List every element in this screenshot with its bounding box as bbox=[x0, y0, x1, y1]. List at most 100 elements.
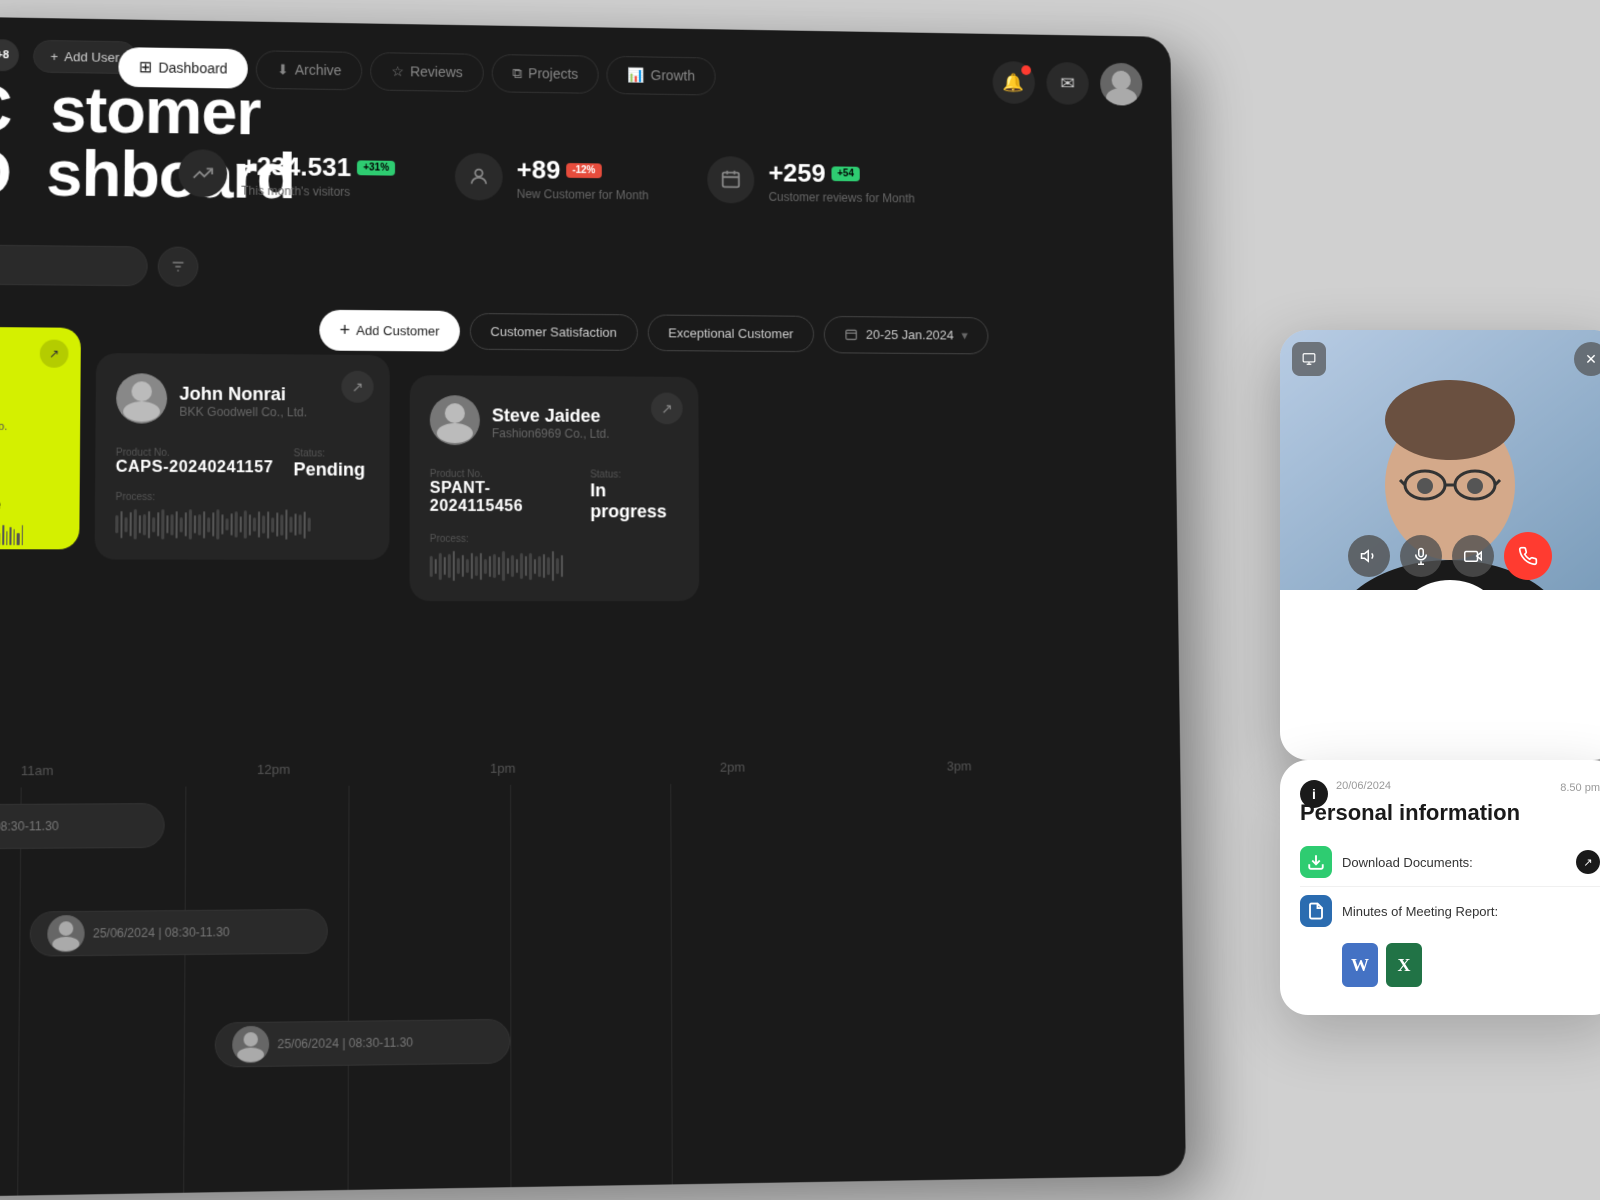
customers-badge: -12% bbox=[566, 163, 601, 178]
pi-minutes-label: Minutes of Meeting Report: bbox=[1342, 904, 1498, 919]
steve-status: In progress bbox=[590, 480, 679, 522]
word-doc-icon[interactable]: W bbox=[1342, 943, 1378, 987]
main-dashboard-card: +8 + Add User ⊞ Dashboard ⬇ Archive ☆ Re… bbox=[0, 16, 1186, 1197]
hour-10am: 10am bbox=[0, 763, 21, 779]
avatar-stack: +8 bbox=[0, 37, 21, 74]
hour-1pm: 1pm bbox=[490, 760, 720, 776]
timeline-grid bbox=[0, 781, 1176, 1197]
pi-date: 20/06/2024 bbox=[1336, 780, 1391, 792]
stat-customers: +89 -12% New Customer for Month bbox=[455, 153, 649, 203]
exceptional-label: Exceptional Customer bbox=[668, 325, 793, 341]
notification-button[interactable]: 🔔 bbox=[992, 61, 1035, 104]
customer-satisfaction-button[interactable]: Customer Satisfaction bbox=[469, 313, 637, 351]
chevron-down-icon: ▾ bbox=[961, 327, 967, 343]
reviews-label: Customer reviews for Month bbox=[769, 190, 915, 205]
stat-reviews-icon bbox=[708, 156, 755, 204]
excel-doc-icon[interactable]: X bbox=[1386, 943, 1422, 987]
tab-archive[interactable]: ⬇ Archive bbox=[256, 50, 363, 90]
chart-icon: 📊 bbox=[628, 66, 645, 83]
tab-dashboard[interactable]: ⊞ Dashboard bbox=[118, 47, 247, 89]
add-icon: + bbox=[339, 320, 350, 341]
video-photo: ✕ bbox=[1280, 330, 1600, 590]
mic-button[interactable] bbox=[1400, 535, 1442, 577]
timeline-event-2: 25/06/2024 | 08:30-11.30 bbox=[30, 909, 328, 957]
user-avatar[interactable] bbox=[1100, 63, 1143, 106]
add-customer-label: Add Customer bbox=[356, 323, 439, 339]
yellow-card-name: desy bbox=[0, 373, 64, 397]
notification-badge bbox=[1021, 65, 1031, 75]
speaker-button[interactable] bbox=[1348, 535, 1390, 577]
steve-process-label: Process: bbox=[430, 534, 680, 545]
camera-button[interactable] bbox=[1452, 535, 1494, 577]
hour-11am: 11am bbox=[21, 762, 257, 778]
mail-button[interactable]: ✉ bbox=[1046, 62, 1089, 105]
stat-visitors-icon bbox=[178, 149, 227, 197]
video-share-button[interactable] bbox=[1292, 342, 1326, 376]
john-status: Pending bbox=[293, 459, 365, 480]
stat-reviews-text: +259 +54 Customer reviews for Month bbox=[768, 157, 915, 205]
header-icons: 🔔 ✉ bbox=[992, 61, 1142, 106]
event-avatar-2 bbox=[47, 915, 85, 952]
filter-button[interactable] bbox=[158, 246, 199, 286]
john-header: John Nonrai BKK Goodwell Co., Ltd. bbox=[116, 373, 370, 425]
avatar-more: +8 bbox=[0, 37, 21, 73]
tab-projects[interactable]: ⧉ Projects bbox=[492, 54, 599, 94]
tab-reviews-label: Reviews bbox=[410, 64, 463, 81]
tab-reviews[interactable]: ☆ Reviews bbox=[370, 52, 483, 92]
john-avatar bbox=[116, 373, 167, 423]
john-product-label: Product No. bbox=[116, 448, 274, 460]
timeline-hours: 10am 11am 12pm 1pm 2pm 3pm bbox=[0, 758, 1180, 779]
john-fields: Product No. CAPS-20240241157 Status: Pen… bbox=[116, 435, 370, 480]
tab-growth[interactable]: 📊 Growth bbox=[607, 55, 716, 95]
customers-value: +89 bbox=[517, 154, 561, 185]
search-input[interactable] bbox=[0, 244, 148, 286]
video-controls bbox=[1348, 532, 1552, 580]
john-status-label: Status: bbox=[293, 448, 365, 459]
date-range-label: 20-25 Jan.2024 bbox=[866, 327, 954, 342]
yellow-card-product-label: Product No. bbox=[0, 421, 64, 434]
visitors-value: +234.531 bbox=[241, 150, 351, 182]
pi-download-item: Download Documents: ↗ bbox=[1300, 838, 1600, 887]
end-call-button[interactable] bbox=[1504, 532, 1552, 580]
yellow-card-arrow[interactable]: ↗ bbox=[40, 340, 69, 368]
reviews-badge: +54 bbox=[831, 166, 859, 181]
tab-projects-label: Projects bbox=[528, 65, 578, 81]
card-arrow-john[interactable]: ↗ bbox=[341, 371, 373, 403]
pi-time: 8.50 pm bbox=[1560, 782, 1600, 794]
tab-growth-label: Growth bbox=[651, 67, 695, 83]
steve-header: Steve Jaidee Fashion6969 Co., Ltd. bbox=[430, 395, 679, 446]
visitors-badge: +31% bbox=[357, 160, 395, 175]
steve-status-label: Status: bbox=[590, 470, 679, 481]
layers-icon: ⧉ bbox=[512, 65, 522, 82]
download-icon bbox=[1300, 846, 1332, 878]
steve-fields: Product No. SPANT-2024115456 Status: In … bbox=[430, 457, 679, 523]
pi-download-arrow[interactable]: ↗ bbox=[1576, 850, 1600, 874]
card-arrow-steve[interactable]: ↗ bbox=[651, 392, 683, 424]
video-call-overlay: ✕ bbox=[1280, 330, 1600, 760]
event-2-label: 25/06/2024 | 08:30-11.30 bbox=[93, 925, 230, 941]
bell-icon: 🔔 bbox=[1003, 72, 1025, 93]
steve-company: Fashion6969 Co., Ltd. bbox=[492, 426, 610, 440]
filter-bar bbox=[0, 244, 198, 286]
stat-visitors-text: +234.531 +31% This month's visitors bbox=[241, 150, 395, 198]
john-name: John Nonrai bbox=[179, 383, 307, 405]
star-icon: ☆ bbox=[391, 63, 404, 80]
john-waveform bbox=[115, 509, 369, 540]
hour-3pm: 3pm bbox=[947, 758, 1171, 774]
yellow-barcode bbox=[0, 525, 63, 545]
pi-header-row: i 20/06/2024 8.50 pm bbox=[1300, 780, 1600, 796]
add-customer-button[interactable]: + Add Customer bbox=[319, 310, 459, 352]
yellow-card-status-label: Status: bbox=[0, 485, 63, 496]
date-range-button[interactable]: 20-25 Jan.2024 ▾ bbox=[824, 315, 989, 353]
video-close-button[interactable]: ✕ bbox=[1574, 342, 1600, 376]
pi-download-label: Download Documents: bbox=[1342, 855, 1473, 870]
exceptional-customer-button[interactable]: Exceptional Customer bbox=[647, 314, 814, 352]
john-process-label: Process: bbox=[115, 492, 369, 504]
steve-waveform bbox=[430, 551, 680, 581]
stat-reviews: +259 +54 Customer reviews for Month bbox=[708, 156, 915, 205]
tab-archive-label: Archive bbox=[295, 62, 342, 78]
pi-title: Personal information bbox=[1300, 800, 1600, 826]
hour-12pm: 12pm bbox=[257, 761, 490, 777]
yellow-card-number: 548 bbox=[0, 449, 64, 478]
event-1-label: 24 | 08:30-11.30 bbox=[0, 819, 59, 834]
